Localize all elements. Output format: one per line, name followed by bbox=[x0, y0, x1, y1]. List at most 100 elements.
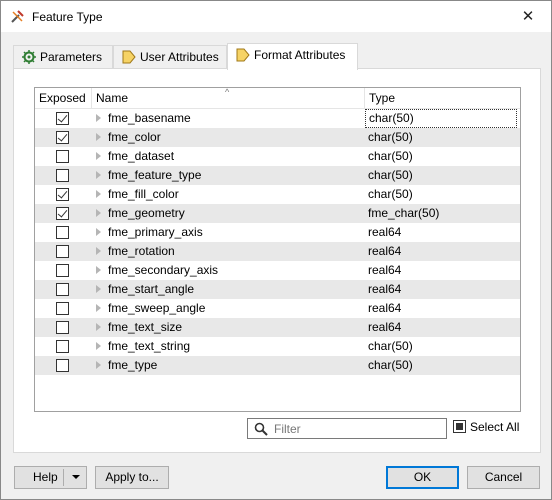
filter-placeholder: Filter bbox=[274, 422, 301, 436]
exposed-checkbox[interactable] bbox=[56, 150, 69, 163]
attribute-name: fme_primary_axis bbox=[108, 225, 203, 239]
attributes-table[interactable]: ^ Exposed Name Type fme_basename char(50)… bbox=[34, 87, 521, 412]
attribute-type[interactable]: real64 bbox=[365, 242, 517, 261]
exposed-checkbox[interactable] bbox=[56, 131, 69, 144]
table-row[interactable]: fme_type char(50) bbox=[35, 356, 520, 375]
exposed-checkbox[interactable] bbox=[56, 226, 69, 239]
attribute-type[interactable]: char(50) bbox=[365, 147, 517, 166]
tab-label: Parameters bbox=[40, 50, 103, 64]
attribute-name: fme_start_angle bbox=[108, 282, 195, 296]
tab-format-attributes[interactable]: Format Attributes bbox=[227, 43, 358, 70]
attribute-type[interactable]: char(50) bbox=[365, 356, 517, 375]
cancel-button[interactable]: Cancel bbox=[467, 466, 540, 489]
tab-label: Format Attributes bbox=[254, 48, 346, 62]
expand-arrow-icon[interactable] bbox=[96, 171, 101, 179]
tag-icon bbox=[236, 48, 250, 62]
expand-arrow-icon[interactable] bbox=[96, 304, 101, 312]
table-header: Exposed Name Type bbox=[35, 88, 520, 109]
gear-icon bbox=[22, 50, 36, 64]
attribute-name: fme_text_string bbox=[108, 339, 191, 353]
attribute-name: fme_dataset bbox=[108, 149, 175, 163]
exposed-checkbox[interactable] bbox=[56, 283, 69, 296]
help-button[interactable]: Help bbox=[14, 466, 87, 489]
help-divider bbox=[63, 469, 64, 486]
attribute-type[interactable]: real64 bbox=[365, 299, 517, 318]
feature-type-dialog: Feature Type ✕ Parameters User Attribute… bbox=[0, 0, 552, 500]
exposed-checkbox[interactable] bbox=[56, 112, 69, 125]
table-row[interactable]: fme_start_angle real64 bbox=[35, 280, 520, 299]
header-type[interactable]: Type bbox=[365, 88, 520, 109]
attribute-type[interactable]: fme_char(50) bbox=[365, 204, 517, 223]
window-title: Feature Type bbox=[32, 10, 103, 24]
attribute-name: fme_geometry bbox=[108, 206, 185, 220]
attribute-name: fme_color bbox=[108, 130, 161, 144]
attribute-name: fme_sweep_angle bbox=[108, 301, 206, 315]
close-button[interactable]: ✕ bbox=[505, 1, 551, 32]
table-row[interactable]: fme_sweep_angle real64 bbox=[35, 299, 520, 318]
exposed-checkbox[interactable] bbox=[56, 188, 69, 201]
attribute-type[interactable]: char(50) bbox=[365, 185, 517, 204]
attribute-type[interactable]: char(50) bbox=[365, 337, 517, 356]
expand-arrow-icon[interactable] bbox=[96, 285, 101, 293]
exposed-checkbox[interactable] bbox=[56, 359, 69, 372]
header-name[interactable]: Name bbox=[92, 88, 365, 109]
format-attributes-panel: ^ Exposed Name Type fme_basename char(50)… bbox=[13, 68, 541, 453]
tab-parameters[interactable]: Parameters bbox=[13, 45, 113, 69]
attribute-type[interactable]: real64 bbox=[365, 318, 517, 337]
attribute-type[interactable]: real64 bbox=[365, 261, 517, 280]
expand-arrow-icon[interactable] bbox=[96, 133, 101, 141]
select-all-box[interactable] bbox=[453, 420, 466, 433]
exposed-checkbox[interactable] bbox=[56, 340, 69, 353]
attribute-name: fme_secondary_axis bbox=[108, 263, 219, 277]
tab-user-attributes[interactable]: User Attributes bbox=[113, 45, 227, 69]
table-row[interactable]: fme_primary_axis real64 bbox=[35, 223, 520, 242]
dropdown-arrow-icon[interactable] bbox=[72, 475, 80, 479]
expand-arrow-icon[interactable] bbox=[96, 209, 101, 217]
exposed-checkbox[interactable] bbox=[56, 264, 69, 277]
table-row[interactable]: fme_feature_type char(50) bbox=[35, 166, 520, 185]
table-row[interactable]: fme_text_string char(50) bbox=[35, 337, 520, 356]
header-exposed[interactable]: Exposed bbox=[35, 88, 92, 109]
exposed-checkbox[interactable] bbox=[56, 302, 69, 315]
attribute-type[interactable]: real64 bbox=[365, 223, 517, 242]
attribute-name: fme_rotation bbox=[108, 244, 175, 258]
attribute-name: fme_fill_color bbox=[108, 187, 179, 201]
filter-input[interactable]: Filter bbox=[247, 418, 447, 439]
attribute-name: fme_feature_type bbox=[108, 168, 202, 182]
exposed-checkbox[interactable] bbox=[56, 321, 69, 334]
attribute-type[interactable]: char(50) bbox=[365, 128, 517, 147]
table-row[interactable]: fme_rotation real64 bbox=[35, 242, 520, 261]
expand-arrow-icon[interactable] bbox=[96, 342, 101, 350]
exposed-checkbox[interactable] bbox=[56, 245, 69, 258]
table-row[interactable]: fme_geometry fme_char(50) bbox=[35, 204, 520, 223]
expand-arrow-icon[interactable] bbox=[96, 152, 101, 160]
ok-button[interactable]: OK bbox=[386, 466, 459, 489]
expand-arrow-icon[interactable] bbox=[96, 190, 101, 198]
expand-arrow-icon[interactable] bbox=[96, 361, 101, 369]
table-row[interactable]: fme_dataset char(50) bbox=[35, 147, 520, 166]
table-row[interactable]: fme_secondary_axis real64 bbox=[35, 261, 520, 280]
fme-app-icon bbox=[11, 10, 24, 23]
table-row[interactable]: fme_basename char(50) bbox=[35, 109, 520, 128]
search-icon bbox=[254, 422, 268, 436]
attribute-name: fme_text_size bbox=[108, 320, 183, 334]
expand-arrow-icon[interactable] bbox=[96, 323, 101, 331]
exposed-checkbox[interactable] bbox=[56, 207, 69, 220]
title-bar: Feature Type ✕ bbox=[1, 1, 551, 32]
attribute-type[interactable]: real64 bbox=[365, 280, 517, 299]
expand-arrow-icon[interactable] bbox=[96, 266, 101, 274]
help-label: Help bbox=[33, 470, 58, 484]
table-row[interactable]: fme_text_size real64 bbox=[35, 318, 520, 337]
expand-arrow-icon[interactable] bbox=[96, 114, 101, 122]
select-all-label: Select All bbox=[470, 420, 520, 434]
tag-icon bbox=[122, 50, 136, 64]
attribute-type[interactable]: char(50) bbox=[365, 109, 517, 128]
attribute-name: fme_type bbox=[108, 358, 158, 372]
table-row[interactable]: fme_fill_color char(50) bbox=[35, 185, 520, 204]
attribute-type[interactable]: char(50) bbox=[365, 166, 517, 185]
expand-arrow-icon[interactable] bbox=[96, 247, 101, 255]
table-row[interactable]: fme_color char(50) bbox=[35, 128, 520, 147]
apply-to-button[interactable]: Apply to... bbox=[95, 466, 169, 489]
expand-arrow-icon[interactable] bbox=[96, 228, 101, 236]
exposed-checkbox[interactable] bbox=[56, 169, 69, 182]
